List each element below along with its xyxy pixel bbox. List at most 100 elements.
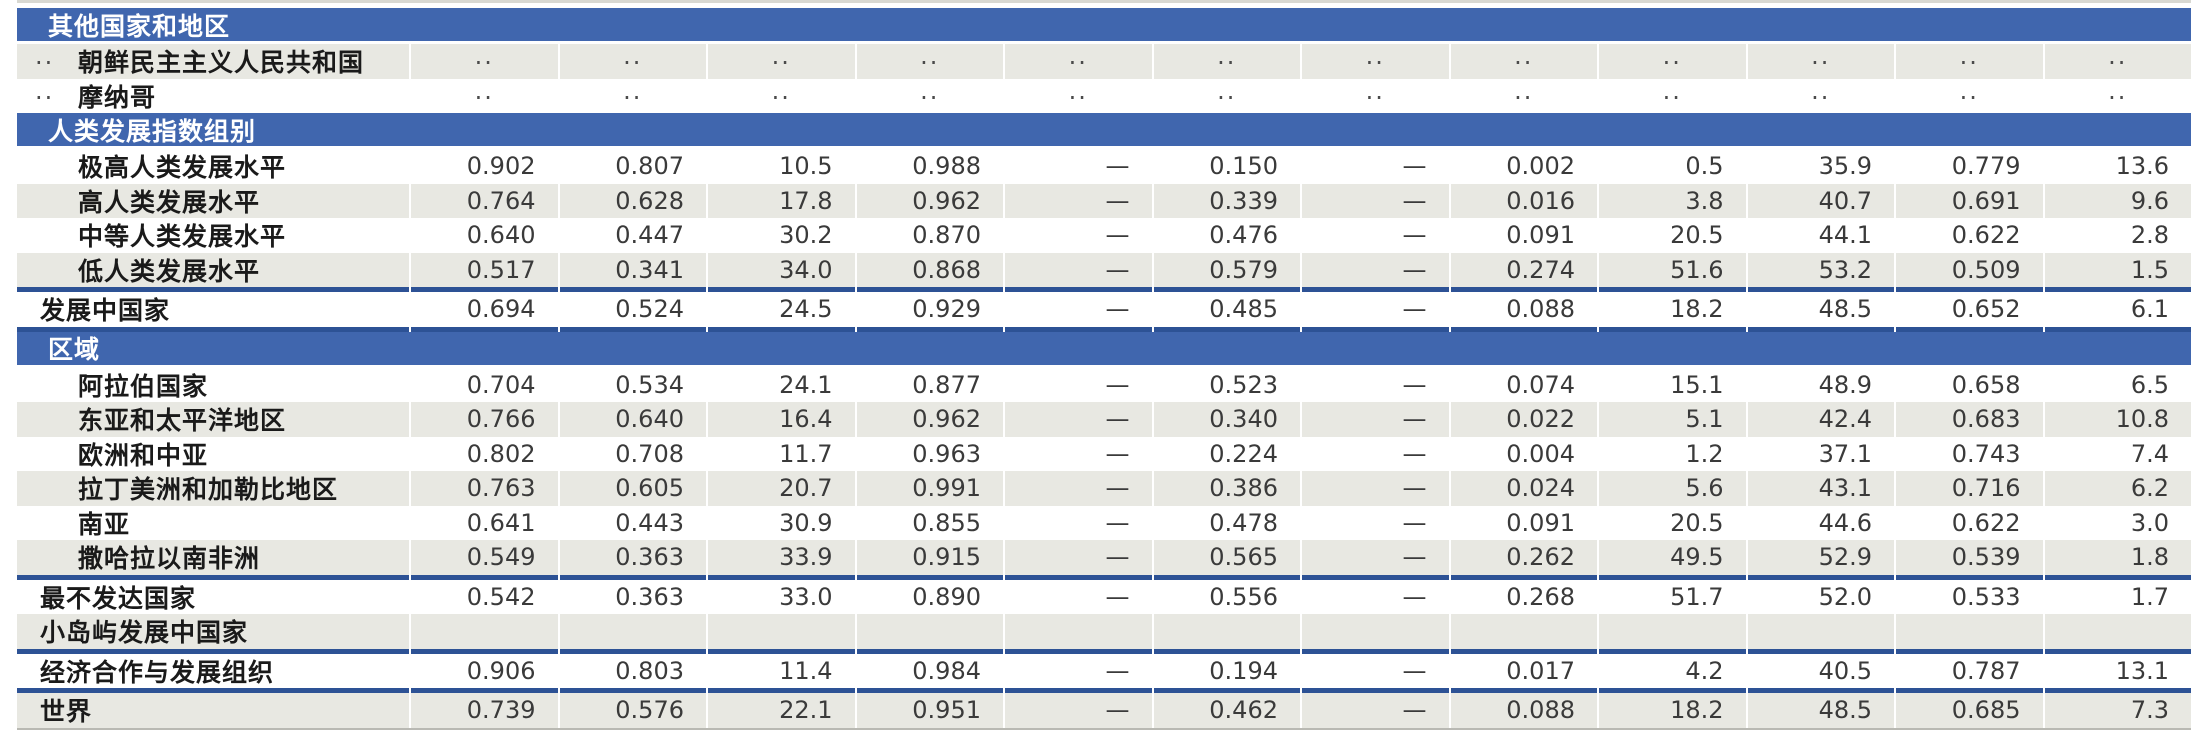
value-cell: — — [1302, 218, 1451, 253]
value-cell: — — [1005, 253, 1154, 288]
row-label: 南亚 — [78, 505, 130, 541]
value-cell: 0.779 — [1896, 149, 2045, 184]
value-cell: 24.5 — [708, 292, 857, 327]
value-cell: 48.9 — [1748, 368, 1897, 403]
value-cell: 0.658 — [1896, 368, 2045, 403]
value-cell: 0.640 — [411, 218, 560, 253]
value-cell: 33.9 — [708, 540, 857, 575]
value-cell: 0.074 — [1451, 368, 1600, 403]
row-label: 中等人类发展水平 — [78, 217, 286, 253]
value-cell: .. — [857, 79, 1006, 114]
value-cell: 1.2 — [1599, 437, 1748, 472]
row-label: 小岛屿发展中国家 — [40, 613, 248, 649]
data-row: 经济合作与发展组织0.9060.80311.40.984—0.194—0.017… — [17, 654, 2191, 689]
value-cell: 7.4 — [2045, 437, 2191, 472]
value-cell: 0.088 — [1451, 693, 1600, 728]
value-cell: 48.5 — [1748, 292, 1897, 327]
data-row: 南亚0.6410.44330.90.855—0.478—0.09120.544.… — [17, 506, 2191, 541]
data-row: 撒哈拉以南非洲0.5490.36333.90.915—0.565—0.26249… — [17, 540, 2191, 575]
value-cell: 11.4 — [708, 654, 857, 689]
section-title: 区域 — [17, 330, 100, 366]
row-label-cell: 世界 — [17, 693, 411, 728]
separator-segment — [1451, 327, 1600, 332]
value-cell: 0.694 — [411, 292, 560, 327]
value-cell: 15.1 — [1599, 368, 1748, 403]
value-cell: 0.443 — [560, 506, 709, 541]
value-cell: 0.628 — [560, 184, 709, 219]
row-label-cell: 低人类发展水平 — [17, 253, 411, 288]
row-label: 拉丁美洲和加勒比地区 — [78, 470, 338, 506]
value-cell: 0.509 — [1896, 253, 2045, 288]
value-cell: 0.565 — [1154, 540, 1303, 575]
data-row: ..朝鲜民主主义人民共和国........................ — [17, 44, 2191, 79]
value-cell: 0.991 — [857, 471, 1006, 506]
value-cell — [2045, 614, 2191, 649]
separator-segment — [1005, 327, 1154, 332]
value-cell — [857, 614, 1006, 649]
value-cell: 0.339 — [1154, 184, 1303, 219]
document-page: 其他国家和地区..朝鲜民主主义人民共和国....................… — [0, 0, 2191, 753]
value-cell: 35.9 — [1748, 149, 1897, 184]
value-cell: .. — [1154, 44, 1303, 79]
data-row: 阿拉伯国家0.7040.53424.10.877—0.523—0.07415.1… — [17, 368, 2191, 403]
separator-segment — [1302, 327, 1451, 332]
data-row: 最不发达国家0.5420.36333.00.890—0.556—0.26851.… — [17, 580, 2191, 615]
section-header-row: 区域 — [17, 332, 2191, 368]
row-label-cell: 东亚和太平洋地区 — [17, 402, 411, 437]
row-label: 阿拉伯国家 — [78, 367, 208, 403]
value-cell: .. — [1748, 44, 1897, 79]
value-cell: — — [1302, 506, 1451, 541]
data-row: 小岛屿发展中国家 — [17, 614, 2191, 649]
value-cell: — — [1005, 693, 1154, 728]
value-cell: .. — [1599, 79, 1748, 114]
value-cell: 0.462 — [1154, 693, 1303, 728]
value-cell: — — [1005, 437, 1154, 472]
value-cell: .. — [1451, 79, 1600, 114]
section-title: 其他国家和地区 — [17, 7, 230, 43]
value-cell: 0.002 — [1451, 149, 1600, 184]
value-cell: — — [1302, 693, 1451, 728]
value-cell — [1599, 614, 1748, 649]
value-cell: .. — [560, 79, 709, 114]
value-cell: 0.533 — [1896, 580, 2045, 615]
rank-marker: .. — [35, 77, 54, 105]
value-cell: 0.485 — [1154, 292, 1303, 327]
value-cell: 0.268 — [1451, 580, 1600, 615]
value-cell: — — [1302, 292, 1451, 327]
value-cell: .. — [411, 79, 560, 114]
value-cell: — — [1005, 218, 1154, 253]
value-cell — [1154, 614, 1303, 649]
value-cell: 0.016 — [1451, 184, 1600, 219]
value-cell: 0.363 — [560, 540, 709, 575]
value-cell: 10.5 — [708, 149, 857, 184]
value-cell: .. — [708, 79, 857, 114]
value-cell: 51.7 — [1599, 580, 1748, 615]
value-cell — [1896, 614, 2045, 649]
value-cell: 3.8 — [1599, 184, 1748, 219]
value-cell: 0.5 — [1599, 149, 1748, 184]
row-label: 高人类发展水平 — [78, 183, 260, 219]
value-cell: 6.1 — [2045, 292, 2191, 327]
value-cell: 0.539 — [1896, 540, 2045, 575]
value-cell: 2.8 — [2045, 218, 2191, 253]
row-label-cell: 小岛屿发展中国家 — [17, 614, 411, 649]
value-cell: 43.1 — [1748, 471, 1897, 506]
value-cell: — — [1302, 654, 1451, 689]
row-label-cell: 欧洲和中亚 — [17, 437, 411, 472]
row-label-cell: 中等人类发展水平 — [17, 218, 411, 253]
value-cell: 0.652 — [1896, 292, 2045, 327]
section-title: 人类发展指数组别 — [17, 112, 256, 148]
value-cell: 0.802 — [411, 437, 560, 472]
row-label: 东亚和太平洋地区 — [78, 401, 286, 437]
data-row: 高人类发展水平0.7640.62817.80.962—0.339—0.0163.… — [17, 184, 2191, 219]
separator-line — [17, 327, 2191, 332]
value-cell: .. — [1748, 79, 1897, 114]
value-cell: .. — [411, 44, 560, 79]
value-cell: 0.622 — [1896, 218, 2045, 253]
value-cell: 6.5 — [2045, 368, 2191, 403]
value-cell: 0.517 — [411, 253, 560, 288]
value-cell: 20.7 — [708, 471, 857, 506]
value-cell: .. — [2045, 79, 2191, 114]
row-label: 发展中国家 — [40, 291, 170, 327]
value-cell: 0.929 — [857, 292, 1006, 327]
